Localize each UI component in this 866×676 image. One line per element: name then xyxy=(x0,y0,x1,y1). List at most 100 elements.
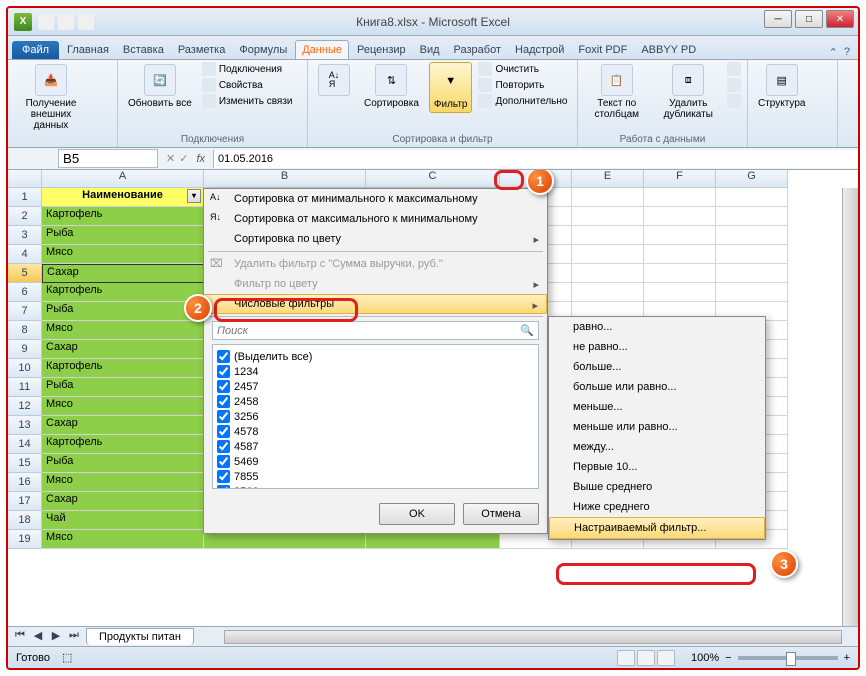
cell[interactable] xyxy=(572,245,644,264)
formula-input[interactable] xyxy=(213,150,858,168)
col-header-A[interactable]: A xyxy=(42,170,204,188)
row-header-6[interactable]: 6 xyxy=(8,283,42,302)
col-header-F[interactable]: F xyxy=(644,170,716,188)
above-avg-item[interactable]: Выше среднего xyxy=(549,477,765,497)
fx-icon[interactable]: fx xyxy=(196,153,205,165)
cell[interactable] xyxy=(644,283,716,302)
external-data-button[interactable]: 📥 Получение внешних данных xyxy=(14,62,88,133)
tab-formulas[interactable]: Формулы xyxy=(233,41,293,59)
cell-name[interactable]: Сахар xyxy=(42,264,204,283)
zoom-slider[interactable] xyxy=(738,656,838,660)
cell[interactable] xyxy=(716,283,788,302)
cell-name[interactable]: Картофель xyxy=(42,435,204,454)
confirm-formula-icon[interactable]: ✓ xyxy=(179,152,188,165)
tab-foxit[interactable]: Foxit PDF xyxy=(572,41,633,59)
cell-name[interactable]: Картофель xyxy=(42,283,204,302)
between-item[interactable]: между... xyxy=(549,437,765,457)
filter-value-checkbox[interactable] xyxy=(217,365,230,378)
properties-button[interactable]: Свойства xyxy=(202,78,293,92)
row-header-18[interactable]: 18 xyxy=(8,511,42,530)
sort-ascending-item[interactable]: A↓Сортировка от минимального к максималь… xyxy=(204,189,547,209)
clear-filter-button[interactable]: Очистить xyxy=(478,62,567,76)
filter-search-box[interactable]: 🔍 xyxy=(212,321,539,340)
tab-addins[interactable]: Надстрой xyxy=(509,41,570,59)
reapply-button[interactable]: Повторить xyxy=(478,78,567,92)
row-header-3[interactable]: 3 xyxy=(8,226,42,245)
cell[interactable] xyxy=(716,226,788,245)
row-header-10[interactable]: 10 xyxy=(8,359,42,378)
cell-name[interactable]: Картофель xyxy=(42,207,204,226)
cell[interactable] xyxy=(716,188,788,207)
tab-review[interactable]: Рецензир xyxy=(351,41,412,59)
cell-name[interactable]: Сахар xyxy=(42,416,204,435)
row-header-2[interactable]: 2 xyxy=(8,207,42,226)
tab-layout[interactable]: Разметка xyxy=(172,41,232,59)
zoom-level[interactable]: 100% xyxy=(691,652,719,664)
cell[interactable] xyxy=(716,207,788,226)
cell-name[interactable]: Мясо xyxy=(42,397,204,416)
prev-sheet-icon[interactable]: ◀ xyxy=(30,629,46,645)
macro-record-icon[interactable]: ⬚ xyxy=(62,651,72,664)
cell[interactable] xyxy=(716,264,788,283)
cell-name[interactable]: Рыба xyxy=(42,226,204,245)
cell[interactable] xyxy=(644,264,716,283)
tab-insert[interactable]: Вставка xyxy=(117,41,170,59)
cell-name[interactable]: Мясо xyxy=(42,473,204,492)
zoom-out-icon[interactable]: − xyxy=(725,652,731,664)
cell-name[interactable]: Рыба xyxy=(42,302,204,321)
row-header-7[interactable]: 7 xyxy=(8,302,42,321)
minimize-button[interactable]: ─ xyxy=(764,10,792,28)
cancel-button[interactable]: Отмена xyxy=(463,503,539,525)
filter-value-checkbox[interactable] xyxy=(217,470,230,483)
undo-icon[interactable] xyxy=(58,14,74,30)
row-header-15[interactable]: 15 xyxy=(8,454,42,473)
row-header-13[interactable]: 13 xyxy=(8,416,42,435)
cell-name[interactable]: Рыба xyxy=(42,454,204,473)
select-all-checkbox[interactable] xyxy=(217,350,230,363)
row-header-9[interactable]: 9 xyxy=(8,340,42,359)
save-icon[interactable] xyxy=(38,14,54,30)
row-header-19[interactable]: 19 xyxy=(8,530,42,549)
row-header-17[interactable]: 17 xyxy=(8,492,42,511)
less-item[interactable]: меньше... xyxy=(549,397,765,417)
name-box[interactable] xyxy=(58,149,158,168)
filter-check-list[interactable]: (Выделить все)12342457245832564578458754… xyxy=(212,344,539,489)
row-header-16[interactable]: 16 xyxy=(8,473,42,492)
equals-item[interactable]: равно... xyxy=(549,317,765,337)
cancel-formula-icon[interactable]: ✕ xyxy=(166,152,175,165)
next-sheet-icon[interactable]: ▶ xyxy=(48,629,64,645)
cell-name[interactable]: Картофель xyxy=(42,359,204,378)
custom-filter-item[interactable]: Настраиваемый фильтр... xyxy=(549,517,765,539)
col-header-B[interactable]: B xyxy=(204,170,366,188)
cell[interactable] xyxy=(572,264,644,283)
select-all-corner[interactable] xyxy=(8,170,42,188)
page-layout-view-icon[interactable] xyxy=(637,650,655,666)
cell[interactable] xyxy=(716,245,788,264)
not-equals-item[interactable]: не равно... xyxy=(549,337,765,357)
advanced-filter-button[interactable]: Дополнительно xyxy=(478,94,567,108)
top10-item[interactable]: Первые 10... xyxy=(549,457,765,477)
filter-value-checkbox[interactable] xyxy=(217,395,230,408)
row-header-11[interactable]: 11 xyxy=(8,378,42,397)
page-break-view-icon[interactable] xyxy=(657,650,675,666)
tab-developer[interactable]: Разработ xyxy=(448,41,507,59)
greater-item[interactable]: больше... xyxy=(549,357,765,377)
cell-name[interactable]: Мясо xyxy=(42,321,204,340)
col-header-G[interactable]: G xyxy=(716,170,788,188)
cell-name[interactable]: Рыба xyxy=(42,378,204,397)
normal-view-icon[interactable] xyxy=(617,650,635,666)
col-header-C[interactable]: C xyxy=(366,170,500,188)
filter-value-checkbox[interactable] xyxy=(217,425,230,438)
header-cell-name[interactable]: Наименование▾ xyxy=(42,188,204,207)
help-icon[interactable]: ? xyxy=(844,46,850,59)
cell[interactable] xyxy=(644,188,716,207)
filter-dropdown-A[interactable]: ▾ xyxy=(187,189,201,203)
ok-button[interactable]: OK xyxy=(379,503,455,525)
cell[interactable] xyxy=(572,207,644,226)
sort-button[interactable]: ⇅ Сортировка xyxy=(360,62,423,111)
file-tab[interactable]: Файл xyxy=(12,41,59,59)
below-avg-item[interactable]: Ниже среднего xyxy=(549,497,765,517)
remove-duplicates-button[interactable]: ⧈ Удалить дубликаты xyxy=(656,62,722,122)
tab-data[interactable]: Данные xyxy=(295,40,349,59)
row-header-8[interactable]: 8 xyxy=(8,321,42,340)
